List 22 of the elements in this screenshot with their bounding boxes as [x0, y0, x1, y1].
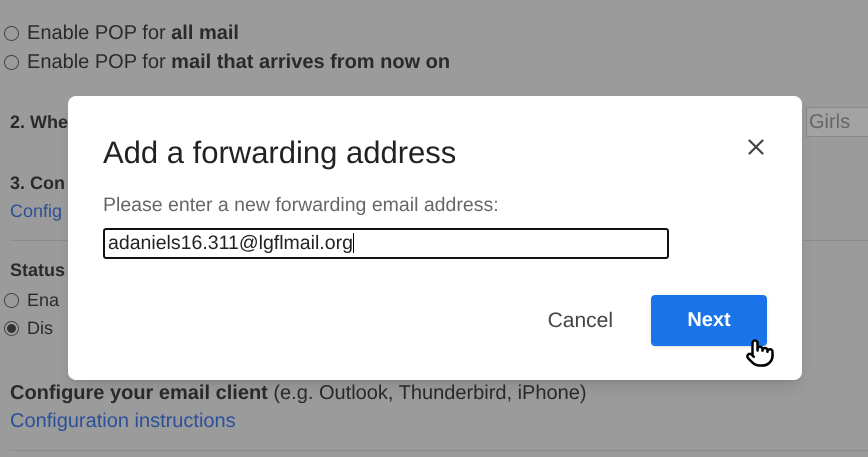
section-heading: 3. Con	[10, 172, 66, 195]
radio-button[interactable]	[4, 54, 19, 70]
configuration-link[interactable]: Configuration instructions	[10, 407, 236, 435]
client-heading: Configure your email client (e.g. Outlook, Thunderbird, iPhone)	[10, 381, 587, 406]
radio-button[interactable]	[4, 26, 19, 40]
input-value: adaniels16.311@lgflmail.org	[108, 230, 353, 256]
radio-label: Enable POP for mail that arrives from now on	[27, 50, 450, 75]
hand-cursor-icon	[745, 338, 775, 368]
cancel-button[interactable]: Cancel	[544, 298, 617, 342]
radio-button[interactable]	[4, 320, 19, 336]
prompt-text: Please enter a new forwarding email address:	[103, 192, 499, 218]
radio-button[interactable]	[4, 292, 19, 308]
radio-label: Dis	[27, 317, 53, 340]
section-heading: 2. Whe	[10, 111, 68, 134]
radio-label: Enable POP for all mail	[27, 21, 239, 46]
status-label: Status	[10, 259, 66, 282]
configuration-link[interactable]: Config	[10, 197, 62, 225]
dialog-title: Add a forwarding address	[103, 134, 456, 172]
next-button[interactable]: Next	[651, 294, 767, 346]
radio-label: Ena	[27, 289, 60, 312]
text-field[interactable]: Girls	[806, 107, 868, 137]
email-input[interactable]: adaniels16.311@lgflmail.org	[103, 228, 669, 259]
